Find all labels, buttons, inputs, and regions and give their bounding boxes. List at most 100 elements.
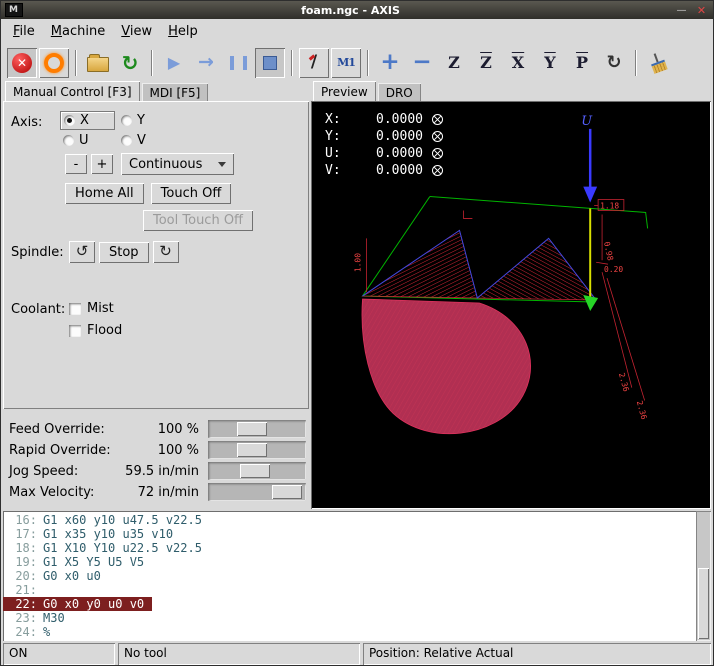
gcode-scrollbar[interactable] (696, 511, 711, 641)
override-sliders: Feed Override:100 %Rapid Override:100 %J… (3, 419, 309, 503)
gcode-line-number: 23: (3, 611, 37, 625)
menu-view[interactable]: View (113, 21, 160, 42)
toolbar: ZZXYP (1, 44, 713, 81)
menu-machine[interactable]: Machine (43, 21, 113, 42)
rotate-view-button[interactable] (599, 48, 629, 78)
tab-mdi[interactable]: MDI [F5] (142, 83, 209, 101)
slider-label: Feed Override: (9, 422, 105, 437)
scrollbar-thumb[interactable] (698, 568, 709, 639)
gcode-line[interactable]: 17:G1 x35 y10 u35 v10 (3, 527, 181, 541)
reload-file-button[interactable] (115, 48, 145, 78)
touch-off-button[interactable]: Touch Off (151, 183, 232, 204)
gcode-line[interactable]: 18:G1 X10 Y10 u22.5 v22.5 (3, 541, 210, 555)
close-button[interactable]: ✕ (694, 4, 709, 17)
toolbar-separator (367, 50, 369, 76)
tab-preview[interactable]: Preview (313, 81, 376, 101)
view-front-button[interactable]: Y (535, 48, 565, 78)
clear-plot-button[interactable] (643, 48, 673, 78)
gcode-line[interactable]: 19: G1 X5 Y5 U5 V5 (3, 555, 152, 569)
jog-minus-button[interactable]: - (65, 154, 87, 174)
coolant-checkbox-flood[interactable]: Flood (69, 323, 122, 338)
axis-radio-u[interactable]: U (63, 133, 121, 148)
right-tabs: Preview DRO (311, 81, 711, 101)
slider-handle[interactable] (237, 443, 267, 457)
view-rotated-top-button[interactable]: Z (471, 48, 501, 78)
jog-mode-dropdown[interactable]: Continuous (121, 153, 234, 175)
spindle-ccw-icon (76, 244, 89, 259)
open-file-button[interactable] (83, 48, 113, 78)
gcode-line[interactable]: 20:G0 x0 u0 (3, 569, 109, 583)
view-perspective-button[interactable]: P (567, 48, 597, 78)
coolant-option-label: Mist (87, 301, 114, 316)
axis-label: Axis: (11, 113, 63, 148)
pause-button[interactable] (223, 48, 253, 78)
zoom-in-icon (380, 51, 399, 74)
spindle-cw-button[interactable] (153, 241, 179, 263)
skip-lines-button[interactable] (299, 48, 329, 78)
slider-trough[interactable] (208, 483, 306, 501)
stop-button[interactable] (255, 48, 285, 78)
rotated-top-view-icon: Z (480, 55, 492, 71)
slider-row: Rapid Override:100 % (3, 440, 309, 461)
axis-radio-v[interactable]: V (121, 133, 179, 148)
run-step-button[interactable] (191, 48, 221, 78)
zoom-in-button[interactable] (375, 48, 405, 78)
dro-axis-label: X: (325, 112, 349, 127)
open-folder-icon (87, 57, 109, 72)
preview-canvas[interactable]: X:0.0000Y:0.0000U:0.0000V:0.0000 (311, 101, 711, 509)
view-side-button[interactable]: X (503, 48, 533, 78)
gcode-listing[interactable]: 16:G1 x60 y10 u47.5 v22.517:G1 x35 y10 u… (3, 511, 711, 641)
tab-manual-control[interactable]: Manual Control [F3] (5, 81, 140, 101)
titlebar[interactable]: foam.ngc - AXIS — ✕ (1, 1, 713, 19)
spindle-ccw-button[interactable] (69, 241, 95, 263)
rotate-view-icon (606, 54, 621, 72)
machine-power-button[interactable] (39, 48, 69, 78)
minimize-button[interactable]: — (674, 4, 689, 17)
dro-axis-label: U: (325, 146, 349, 161)
toolbar-separator (291, 50, 293, 76)
estop-button[interactable] (7, 48, 37, 78)
menu-file[interactable]: File (5, 21, 43, 42)
gcode-line[interactable]: 21: (3, 583, 51, 597)
gcode-line[interactable]: 16:G1 x60 y10 u47.5 v22.5 (3, 513, 210, 527)
gcode-line[interactable]: 24:% (3, 625, 58, 639)
gcode-line[interactable]: 23:M30 (3, 611, 73, 625)
axis-radio-x[interactable]: X (60, 111, 115, 130)
u-axis-label: U (581, 114, 593, 129)
slider-trough[interactable] (208, 462, 306, 480)
gcode-line-text: G1 X5 Y5 U5 V5 (43, 555, 144, 569)
dim-label: 0.98 (602, 241, 615, 262)
tool-row: Tool Touch Off (143, 210, 253, 231)
coolant-checkbox-mist[interactable]: Mist (69, 301, 122, 316)
status-position: Position: Relative Actual (363, 643, 711, 665)
gcode-line[interactable]: 22:G0 x0 y0 u0 v0 (3, 597, 152, 611)
axis-radio-y[interactable]: Y (121, 113, 179, 128)
menu-help[interactable]: Help (160, 21, 206, 42)
spindle-stop-button[interactable]: Stop (99, 242, 149, 263)
gcode-line-text: % (43, 625, 50, 639)
checkbox-icon (69, 325, 81, 337)
spindle-row: Spindle: Stop (11, 241, 179, 263)
statusbar: ON No tool Position: Relative Actual (3, 643, 711, 665)
view-top-button[interactable]: Z (439, 48, 469, 78)
slider-handle[interactable] (237, 422, 267, 436)
spindle-cw-icon (159, 244, 172, 259)
slider-handle[interactable] (272, 485, 302, 499)
dro-readout: X:0.0000 (325, 111, 443, 128)
front-view-icon: Y (544, 55, 555, 71)
dro-readout: U:0.0000 (325, 145, 443, 162)
gcode-line-number: 19: (3, 555, 37, 569)
slider-trough[interactable] (208, 420, 306, 438)
slider-trough[interactable] (208, 441, 306, 459)
jog-plus-button[interactable]: + (91, 154, 113, 174)
zoom-out-button[interactable] (407, 48, 437, 78)
slider-handle[interactable] (240, 464, 270, 478)
home-row: Home All Touch Off (65, 183, 231, 204)
jog-mode-value: Continuous (129, 157, 202, 172)
dim-label: 0.20 (604, 265, 623, 274)
optional-pause-button[interactable] (331, 48, 361, 78)
run-program-button[interactable] (159, 48, 189, 78)
tool-touch-off-button[interactable]: Tool Touch Off (143, 210, 253, 231)
home-all-button[interactable]: Home All (65, 183, 144, 204)
tab-dro[interactable]: DRO (378, 83, 421, 101)
